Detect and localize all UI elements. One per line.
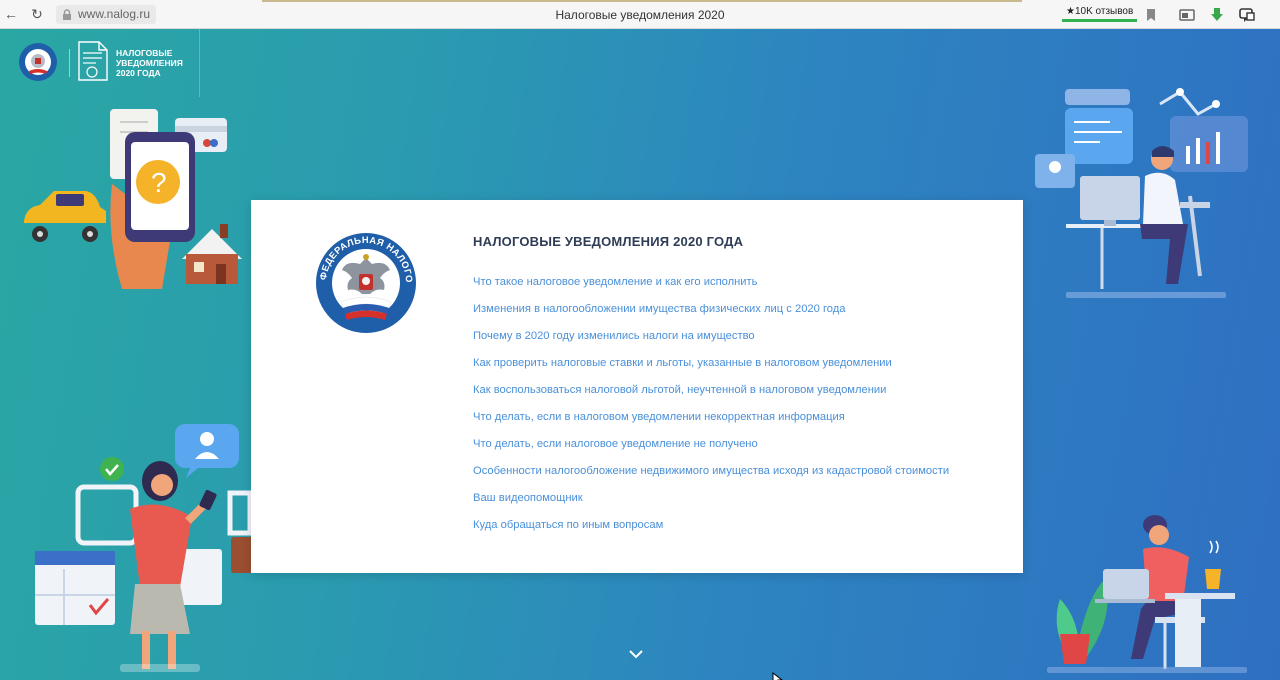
faq-link[interactable]: Что делать, если в налоговом уведомлении…	[473, 410, 845, 424]
reload-icon[interactable]: ↻	[28, 5, 46, 23]
url-text: www.nalog.ru	[78, 7, 151, 21]
list-item: Как проверить налоговые ставки и льготы,…	[473, 353, 949, 380]
header-title: НАЛОГОВЫЕ УВЕДОМЛЕНИЯ 2020 ГОДА	[116, 48, 183, 78]
list-item: Почему в 2020 году изменились налоги на …	[473, 326, 949, 353]
cast-icon[interactable]	[1178, 6, 1196, 24]
woman-with-phone-illustration	[35, 424, 255, 672]
back-arrow-icon[interactable]: ←	[2, 5, 20, 23]
page-background: НАЛОГОВЫЕ УВЕДОМЛЕНИЯ 2020 ГОДА ? ФЕДЕРА…	[0, 29, 1280, 680]
faq-links-list: Что такое налоговое уведомление и как ег…	[473, 272, 949, 542]
address-bar[interactable]: www.nalog.ru	[56, 5, 157, 24]
browser-toolbar: ← ↻ www.nalog.ru Налоговые уведомления 2…	[0, 0, 1280, 29]
page-load-bar	[262, 0, 1022, 2]
header-separator	[69, 49, 70, 77]
faq-link[interactable]: Как проверить налоговые ставки и льготы,…	[473, 356, 892, 370]
faq-link[interactable]: Как воспользоваться налоговой льготой, н…	[473, 383, 886, 397]
list-item: Что делать, если налоговое уведомление н…	[473, 434, 949, 461]
extensions-icon[interactable]	[1238, 6, 1256, 24]
card-title: НАЛОГОВЫЕ УВЕДОМЛЕНИЯ 2020 ГОДА	[473, 234, 744, 249]
faq-link[interactable]: Что такое налоговое уведомление и как ег…	[473, 275, 758, 289]
list-item: Изменения в налогообложении имущества фи…	[473, 299, 949, 326]
fns-emblem-icon: ФЕДЕРАЛЬНАЯ НАЛОГОВАЯ СЛУЖБА	[313, 230, 416, 333]
mouse-cursor-icon	[772, 672, 783, 680]
faq-link[interactable]: Ваш видеопомощник	[473, 491, 583, 505]
list-item: Как воспользоваться налоговой льготой, н…	[473, 380, 949, 407]
svg-text:?: ?	[151, 167, 167, 198]
lock-icon	[63, 9, 71, 20]
download-icon[interactable]	[1208, 6, 1226, 24]
scroll-down-chevron-icon[interactable]	[627, 648, 645, 660]
notifications-card: ФЕДЕРАЛЬНАЯ НАЛОГОВАЯ СЛУЖБА НАЛОГОВЫЕ У…	[251, 200, 1023, 573]
office-worker-illustration	[1035, 88, 1248, 298]
list-item: Куда обращаться по иным вопросам	[473, 515, 949, 542]
tab-title: Налоговые уведомления 2020	[555, 8, 725, 22]
reviews-badge-label: 10K отзывов	[1074, 6, 1134, 17]
site-header: НАЛОГОВЫЕ УВЕДОМЛЕНИЯ 2020 ГОДА	[0, 29, 200, 97]
faq-link[interactable]: Особенности налогообложение недвижимого …	[473, 464, 949, 478]
bookmark-icon[interactable]	[1142, 6, 1160, 24]
document-icon	[78, 41, 108, 81]
man-with-laptop-illustration	[1047, 515, 1247, 673]
list-item: Что делать, если в налоговом уведомлении…	[473, 407, 949, 434]
phone-car-house-illustration: ?	[24, 109, 242, 289]
list-item: Особенности налогообложение недвижимого …	[473, 461, 949, 488]
star-icon: ★	[1066, 6, 1075, 17]
faq-link[interactable]: Что делать, если налоговое уведомление н…	[473, 437, 758, 451]
reviews-badge[interactable]: ★10K отзывов	[1062, 4, 1138, 22]
faq-link[interactable]: Куда обращаться по иным вопросам	[473, 518, 663, 532]
fns-logo-icon[interactable]	[18, 42, 58, 82]
list-item: Ваш видеопомощник	[473, 488, 949, 515]
faq-link[interactable]: Почему в 2020 году изменились налоги на …	[473, 329, 755, 343]
list-item: Что такое налоговое уведомление и как ег…	[473, 272, 949, 299]
faq-link[interactable]: Изменения в налогообложении имущества фи…	[473, 302, 846, 316]
